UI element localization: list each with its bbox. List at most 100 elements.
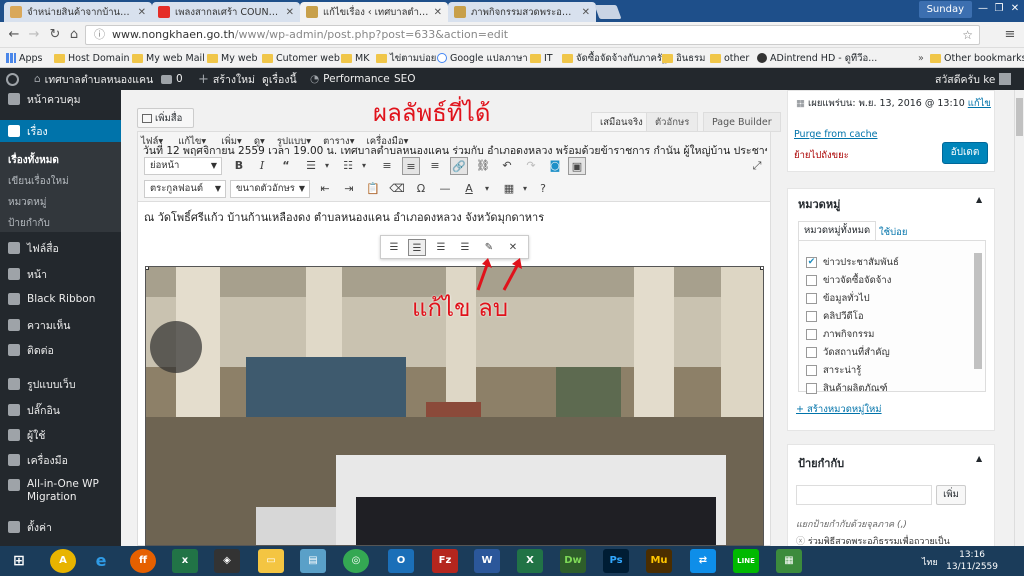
category-scrollbar[interactable]: [974, 253, 982, 369]
chevron-down-icon[interactable]: ▾: [318, 157, 336, 175]
bookmark-apps[interactable]: Apps: [6, 51, 43, 65]
tab-most-used[interactable]: ใช้บ่อย: [879, 225, 907, 240]
close-tab-icon[interactable]: ✕: [434, 7, 442, 18]
admin-bar-view[interactable]: ดูเรื่องนี้: [262, 72, 297, 86]
menu-all-in-one-migration[interactable]: All-in-One WP Migration: [0, 478, 121, 508]
firefox-icon[interactable]: ff: [130, 549, 156, 573]
category-checkbox[interactable]: สินค้าผลิตภัณฑ์: [806, 381, 888, 396]
category-checkbox[interactable]: สาระน่ารู้: [806, 363, 861, 378]
url-input[interactable]: ⓘ www.nongkhaen.go.th/www/wp-admin/post.…: [85, 25, 980, 45]
autocad-icon[interactable]: A: [50, 549, 76, 573]
profile-badge[interactable]: Sunday: [918, 1, 972, 18]
tool-icon[interactable]: ◈: [214, 549, 240, 573]
admin-bar-seo[interactable]: SEO: [394, 72, 416, 86]
menu-contact[interactable]: ติดต่อ: [0, 341, 121, 359]
other-bookmarks[interactable]: Other bookmarks: [930, 51, 1024, 65]
chrome-icon[interactable]: ◎: [343, 549, 369, 573]
edit-date-link[interactable]: แก้ไข: [968, 98, 991, 109]
notes-icon[interactable]: ▤: [300, 549, 326, 573]
minimize-icon[interactable]: —: [976, 3, 990, 15]
undo-icon[interactable]: ↶: [498, 157, 516, 175]
menu-plugins[interactable]: ปลั๊กอิน: [0, 401, 121, 419]
line-icon[interactable]: LINE: [733, 549, 759, 573]
internet-explorer-icon[interactable]: e: [88, 549, 114, 573]
indent-icon[interactable]: ⇥: [340, 180, 358, 198]
filezilla-icon[interactable]: Fz: [432, 549, 458, 573]
submenu-categories[interactable]: หมวดหมู่: [8, 195, 46, 210]
admin-bar-comments[interactable]: 0: [161, 72, 183, 86]
link-icon[interactable]: 🔗: [450, 157, 468, 175]
align-left-icon[interactable]: ☰: [385, 239, 403, 256]
text-color-icon[interactable]: A: [460, 180, 478, 198]
format-select[interactable]: ย่อหน้า ▼: [144, 157, 222, 175]
browser-tab[interactable]: เพลงสากลเศร้า COUNTR ✕: [152, 2, 300, 22]
special-char-icon[interactable]: Ω: [412, 180, 430, 198]
admin-bar-performance[interactable]: ◔ Performance: [310, 72, 390, 86]
category-checkbox[interactable]: วัดสถานที่สำคัญ: [806, 345, 890, 360]
reload-icon[interactable]: ↻: [47, 27, 63, 43]
add-media-button[interactable]: เพิ่มสื่อ: [137, 108, 194, 128]
excel-green-icon[interactable]: x: [172, 549, 198, 573]
outdent-icon[interactable]: ⇤: [316, 180, 334, 198]
home-icon[interactable]: ⌂: [66, 27, 82, 43]
font-family-select[interactable]: ตระกูลฟอนต์ ▼: [144, 180, 226, 198]
chevron-down-icon[interactable]: ▾: [355, 157, 373, 175]
excel-icon[interactable]: X: [517, 549, 543, 573]
tag-input[interactable]: [796, 485, 932, 505]
italic-icon[interactable]: I: [253, 157, 271, 175]
redo-icon[interactable]: ↷: [522, 157, 540, 175]
close-tab-icon[interactable]: ✕: [138, 7, 146, 18]
bookmark-item[interactable]: My web Mail: [132, 51, 205, 65]
file-explorer-icon[interactable]: ▭: [258, 549, 284, 573]
font-size-select[interactable]: ขนาดตัวอักษร ▼: [230, 180, 310, 198]
bold-icon[interactable]: B: [230, 157, 248, 175]
calculator-icon[interactable]: ▦: [776, 549, 802, 573]
category-checkbox[interactable]: คลิปวีดีโอ: [806, 309, 864, 324]
blockquote-icon[interactable]: “: [277, 157, 295, 175]
collapse-arrow-icon[interactable]: ▲: [976, 195, 982, 204]
submenu-add-new[interactable]: เขียนเรื่องใหม่: [8, 174, 69, 189]
windows-start-icon[interactable]: ⊞: [6, 549, 32, 573]
menu-settings[interactable]: ตั้งค่า: [0, 518, 121, 536]
remove-icon[interactable]: ✕: [504, 239, 522, 256]
submenu-tags[interactable]: ป้ายกำกับ: [8, 216, 50, 231]
trash-link[interactable]: ย้ายไปถังขยะ: [794, 148, 849, 163]
align-right-icon[interactable]: ≡: [426, 157, 444, 175]
menu-tools[interactable]: เครื่องมือ: [0, 451, 121, 469]
align-center-icon[interactable]: ☰: [408, 239, 426, 256]
purge-cache-link[interactable]: Purge from cache: [794, 129, 877, 140]
muse-icon[interactable]: Mu: [646, 549, 672, 573]
tab-text[interactable]: ตัวอักษร: [646, 112, 699, 132]
bookmark-item[interactable]: IT: [530, 51, 553, 65]
admin-bar-account[interactable]: สวัสดีครับ ke: [935, 72, 1012, 86]
tab-page-builder[interactable]: Page Builder: [703, 112, 781, 132]
add-tag-button[interactable]: เพิ่ม: [936, 485, 966, 505]
collapse-arrow-icon[interactable]: ▲: [976, 454, 982, 463]
bookmark-item[interactable]: จัดซื้อจัดจ้างกับภาครัฐ: [562, 51, 667, 65]
close-tab-icon[interactable]: ✕: [582, 7, 590, 18]
menu-icon[interactable]: ≡: [1002, 27, 1018, 43]
wordpress-logo-icon[interactable]: [6, 72, 19, 86]
menu-black-ribbon[interactable]: Black Ribbon: [0, 290, 121, 308]
resize-handle[interactable]: [146, 267, 149, 270]
more-bookmarks-icon[interactable]: »: [918, 51, 924, 65]
camera-icon[interactable]: ◙: [546, 157, 564, 175]
clear-format-icon[interactable]: ⌫: [388, 180, 406, 198]
unlink-icon[interactable]: ⛓: [474, 157, 492, 175]
category-checkbox[interactable]: ภาพกิจกรรม: [806, 327, 874, 342]
content-paragraph[interactable]: ณ วัดโพธิ์ศรีแก้ว บ้านก้านเหลืองดง ตำบลห…: [144, 208, 544, 226]
submenu-all-posts[interactable]: เรื่องทั้งหมด: [8, 153, 59, 168]
bookmark-item[interactable]: ADintrend HD - ดูทีวีอ...: [757, 51, 877, 65]
browser-tab[interactable]: ภาพกิจกรรมสวดพระอภิธรรม✕: [448, 2, 596, 22]
paste-icon[interactable]: 📋: [364, 180, 382, 198]
bookmark-item[interactable]: Cutomer web: [262, 51, 340, 65]
photoshop-icon[interactable]: Ps: [603, 549, 629, 573]
forward-icon[interactable]: →: [26, 27, 42, 43]
bookmark-item[interactable]: อินธรม: [662, 51, 705, 65]
close-tab-icon[interactable]: ✕: [286, 7, 294, 18]
system-clock[interactable]: 13:16 13/11/2559: [946, 549, 998, 573]
menu-posts[interactable]: เรื่อง: [0, 120, 121, 142]
tab-all-categories[interactable]: หมวดหมู่ทั้งหมด: [798, 221, 877, 241]
horizontal-rule-icon[interactable]: —: [436, 180, 454, 198]
menu-dashboard[interactable]: หน้าควบคุม: [0, 90, 121, 108]
